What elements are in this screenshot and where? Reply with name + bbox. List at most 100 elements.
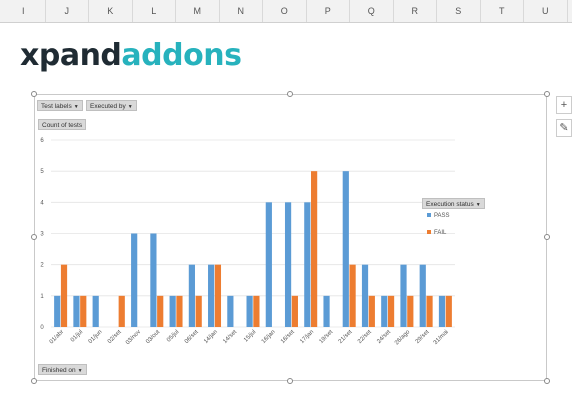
value-field-button[interactable]: Count of tests xyxy=(38,119,87,130)
column-header-o[interactable]: O xyxy=(263,0,307,22)
bar-fail xyxy=(311,171,318,327)
logo-text-dark: xpand xyxy=(20,38,122,73)
bar-fail xyxy=(445,295,452,327)
column-header-r[interactable]: R xyxy=(394,0,437,22)
column-header-l[interactable]: L xyxy=(133,0,176,22)
y-tick-label: 1 xyxy=(40,294,44,300)
column-header-i[interactable]: I xyxy=(2,0,46,22)
bar-pass xyxy=(419,264,426,327)
resize-handle-bottom[interactable] xyxy=(287,378,293,384)
bar-pass xyxy=(284,202,292,327)
column-header-q[interactable]: Q xyxy=(350,0,394,22)
bar-fail xyxy=(291,295,298,327)
legend-swatch-pass xyxy=(427,213,431,217)
pivot-chart[interactable]: 0 1 2 3 4 5 6 01/abr 01/jul 01/jun 02/set 03/nov 03/… xyxy=(34,94,547,381)
resize-handle-top[interactable] xyxy=(287,91,293,97)
resize-handle-left[interactable] xyxy=(31,234,37,240)
bar-pass xyxy=(361,264,369,327)
bar-pass xyxy=(188,264,195,327)
x-tick-label: 02/set xyxy=(107,329,123,345)
y-tick-label: 3 xyxy=(40,232,44,238)
value-field-label: Count of tests xyxy=(42,122,83,129)
bar-fail xyxy=(387,295,395,327)
bar-pass xyxy=(169,295,176,327)
x-tick-label: 15/jul xyxy=(243,329,257,343)
filter-icon: ▼ xyxy=(475,202,481,208)
resize-handle-bottom-left[interactable] xyxy=(31,378,37,384)
y-tick-label: 6 xyxy=(40,138,44,144)
x-tick-label: 01/jul xyxy=(70,329,84,343)
bar-pass xyxy=(246,295,253,327)
bar-pass xyxy=(400,264,407,327)
x-tick-label: 22/set xyxy=(357,329,373,345)
x-tick-label: 24/set xyxy=(376,329,392,345)
row-field-button-executed-by[interactable]: Executed by ▼ xyxy=(86,100,137,111)
bar-pass xyxy=(438,295,446,327)
chart-styles-button[interactable]: ✎ xyxy=(556,119,572,137)
x-tick-label: 17/jan xyxy=(299,329,315,345)
x-tick-label: 01/abr xyxy=(49,329,65,345)
x-tick-label: 06/set xyxy=(184,329,200,345)
y-tick-label: 5 xyxy=(40,169,44,175)
resize-handle-top-left[interactable] xyxy=(31,91,37,97)
bar-pass xyxy=(150,233,157,327)
bar-pass xyxy=(265,202,272,327)
bar-fail xyxy=(157,295,164,327)
bar-fail xyxy=(60,264,68,327)
column-header-m[interactable]: M xyxy=(176,0,220,22)
dropdown-arrow-icon: ▼ xyxy=(127,104,133,110)
bar-pass xyxy=(54,295,61,327)
column-header-k[interactable]: K xyxy=(89,0,133,22)
bar-pass xyxy=(208,264,215,327)
column-header-n[interactable]: N xyxy=(220,0,263,22)
legend-field-label: Execution status xyxy=(426,201,474,208)
x-tick-label: 29/set xyxy=(415,329,431,345)
bar-fail xyxy=(368,295,375,327)
x-tick-label: 21/set xyxy=(338,329,354,345)
bar-pass xyxy=(323,295,330,327)
resize-handle-bottom-right[interactable] xyxy=(544,378,550,384)
plus-icon: + xyxy=(560,99,568,111)
y-tick-label: 2 xyxy=(40,263,44,269)
dropdown-arrow-icon: ▼ xyxy=(77,368,83,374)
bar-fail xyxy=(214,264,222,327)
bar-pass xyxy=(304,202,311,327)
row-field-label: Executed by xyxy=(90,103,126,110)
column-header-p[interactable]: P xyxy=(307,0,350,22)
bar-fail xyxy=(407,295,414,327)
bar-fail xyxy=(176,295,183,327)
resize-handle-right[interactable] xyxy=(544,234,550,240)
axis-field-label: Finished on xyxy=(42,367,76,374)
logo-text-teal: addons xyxy=(121,38,242,73)
column-header-s[interactable]: S xyxy=(437,0,481,22)
brand-logo: xpandaddons xyxy=(20,38,242,73)
bar-pass xyxy=(131,233,138,327)
x-tick-label: 03/out xyxy=(145,329,161,345)
chart-elements-button[interactable]: + xyxy=(556,96,572,114)
chart-canvas: 0 1 2 3 4 5 6 01/abr 01/jul 01/jun 02/set 03/nov 03/… xyxy=(40,138,455,347)
x-tick-label: 19/set xyxy=(319,329,335,345)
x-tick-label: 05/jul xyxy=(166,329,180,343)
x-tick-label: 16/jan xyxy=(261,329,277,345)
bar-fail xyxy=(118,295,125,327)
bar-fail xyxy=(426,295,433,327)
column-header-bar: IJKLMNOPQRSTU xyxy=(0,0,572,23)
bar-pass xyxy=(92,295,99,327)
bar-fail xyxy=(253,295,260,327)
dropdown-arrow-icon: ▼ xyxy=(73,104,79,110)
x-tick-label: 03/nov xyxy=(125,329,142,346)
column-header-u[interactable]: U xyxy=(524,0,568,22)
row-field-button-test-labels[interactable]: Test labels ▼ xyxy=(37,100,83,111)
bar-fail xyxy=(195,295,202,327)
resize-handle-top-right[interactable] xyxy=(544,91,550,97)
column-header-j[interactable]: J xyxy=(46,0,89,22)
legend-label-pass: PASS xyxy=(434,213,450,219)
bar-pass xyxy=(342,171,349,327)
bar-fail xyxy=(80,295,87,327)
brush-icon: ✎ xyxy=(559,122,569,134)
x-tick-label: 31/mai xyxy=(433,329,450,346)
axis-field-button-finished-on[interactable]: Finished on ▼ xyxy=(38,364,87,375)
x-tick-label: 26/ago xyxy=(394,329,412,347)
legend-field-button-execution-status[interactable]: Execution status ▼ xyxy=(422,198,485,209)
column-header-t[interactable]: T xyxy=(481,0,524,22)
